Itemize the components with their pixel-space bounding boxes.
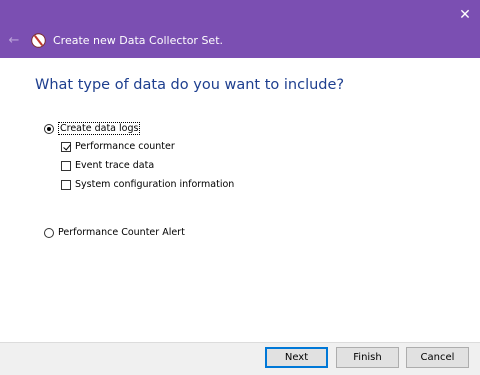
window-title: Create new Data Collector Set. [53, 34, 224, 47]
performance-counter-alert-label: Performance Counter Alert [58, 227, 185, 238]
page-heading: What type of data do you want to include… [35, 77, 345, 93]
close-button[interactable]: ✕ [455, 6, 475, 24]
system-configuration-checkbox[interactable]: System configuration information [61, 179, 234, 190]
create-data-logs-label: Create data logs [58, 122, 141, 135]
performance-counter-alert-radio[interactable]: Performance Counter Alert [44, 227, 185, 238]
event-trace-checkbox[interactable]: Event trace data [61, 160, 154, 171]
performance-counter-label: Performance counter [75, 141, 175, 152]
system-configuration-label: System configuration information [75, 179, 235, 190]
performance-counter-checkbox[interactable]: Performance counter [61, 141, 175, 152]
title-bar: ✕ ← Create new Data Collector Set. [0, 0, 480, 58]
checkbox[interactable] [61, 141, 71, 152]
checkbox[interactable] [61, 179, 71, 190]
next-button[interactable]: Next [265, 347, 328, 368]
radio-button[interactable] [44, 123, 54, 134]
performance-monitor-icon [31, 33, 46, 48]
event-trace-label: Event trace data [75, 160, 155, 171]
wizard-body: What type of data do you want to include… [0, 58, 480, 342]
back-button[interactable]: ← [6, 33, 22, 49]
radio-button[interactable] [44, 227, 54, 238]
cancel-button[interactable]: Cancel [406, 347, 469, 368]
create-data-logs-radio[interactable]: Create data logs [44, 122, 141, 135]
back-arrow-icon: ← [8, 33, 20, 48]
finish-button[interactable]: Finish [336, 347, 399, 368]
button-bar: Next Finish Cancel [0, 342, 480, 375]
close-icon: ✕ [459, 7, 471, 23]
checkbox[interactable] [61, 160, 71, 171]
